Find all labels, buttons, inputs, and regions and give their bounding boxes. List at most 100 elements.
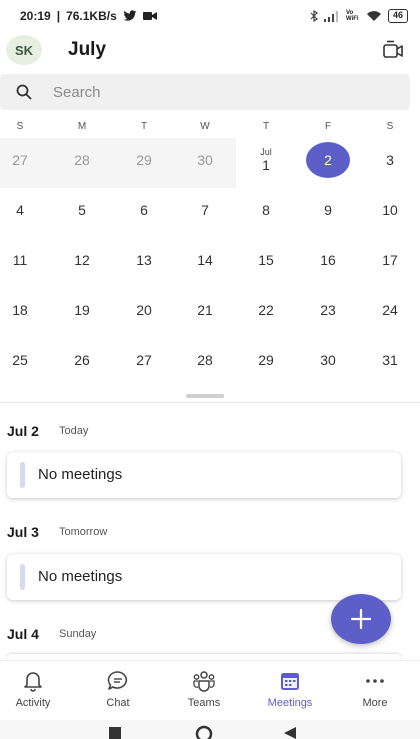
status-time: 20:19 <box>20 9 51 23</box>
nav-label: Teams <box>187 697 221 709</box>
calendar-day[interactable]: 26 <box>57 340 107 380</box>
calendar-day[interactable]: 3 <box>365 140 415 180</box>
wifi-icon <box>366 11 381 21</box>
calendar-day[interactable]: 28 <box>57 140 107 180</box>
calendar-day[interactable]: 25 <box>0 340 45 380</box>
calendar-day[interactable]: 29 <box>119 140 169 180</box>
card-text: No meetings <box>38 568 123 585</box>
day-number: 15 <box>258 252 274 268</box>
status-bar: 20:19 | 76.1KB/s Vo WiFi 46 <box>0 0 420 32</box>
agenda-date: Jul 4 <box>7 626 39 642</box>
calendar-day[interactable]: 14 <box>180 240 230 280</box>
nav-item-meetings[interactable]: Meetings <box>250 669 330 709</box>
chat-icon <box>107 671 128 690</box>
weekday-label: T <box>262 121 270 132</box>
calendar-day[interactable]: 8 <box>241 190 291 230</box>
day-number: 31 <box>382 352 398 368</box>
day-number: 23 <box>320 302 336 318</box>
day-number: 11 <box>12 252 28 268</box>
calendar-day[interactable]: 10 <box>365 190 415 230</box>
day-number: 7 <box>201 202 209 218</box>
back-icon[interactable] <box>284 727 296 739</box>
day-number: 8 <box>262 202 270 218</box>
day-number: 3 <box>386 152 394 168</box>
status-speed: 76.1KB/s <box>66 9 117 23</box>
day-number: 18 <box>12 302 28 318</box>
home-icon[interactable] <box>195 725 213 739</box>
day-number: 28 <box>74 152 90 168</box>
calendar-day[interactable]: 27 <box>119 340 169 380</box>
plus-icon <box>350 608 372 630</box>
meeting-card[interactable]: No meetings <box>7 554 401 600</box>
calendar-day[interactable]: 28 <box>180 340 230 380</box>
agenda-day-label: Today <box>59 425 89 437</box>
day-number: 5 <box>78 202 86 218</box>
day-number: 9 <box>324 202 332 218</box>
card-accent <box>20 462 25 488</box>
agenda-date: Jul 2 <box>7 423 39 439</box>
calendar-day[interactable]: 6 <box>119 190 169 230</box>
calendar-day[interactable]: 30 <box>180 140 230 180</box>
day-number: 27 <box>136 352 152 368</box>
weekday-label: F <box>324 121 332 132</box>
day-number: 21 <box>197 302 213 318</box>
agenda-day-label: Sunday <box>59 628 97 640</box>
calendar-day[interactable]: 27 <box>0 140 45 180</box>
weekday-label: S <box>386 121 394 132</box>
calendar-day[interactable]: 13 <box>119 240 169 280</box>
day-number: 25 <box>12 352 28 368</box>
calendar-day[interactable]: 17 <box>365 240 415 280</box>
calendar-day[interactable]: 12 <box>57 240 107 280</box>
calendar-expand-handle[interactable] <box>186 394 224 398</box>
calendar-day[interactable]: 5 <box>57 190 107 230</box>
new-meeting-button[interactable] <box>331 594 391 644</box>
calendar-day[interactable]: 15 <box>241 240 291 280</box>
day-number: 16 <box>320 252 336 268</box>
nav-item-more[interactable]: More <box>335 669 415 709</box>
nav-item-chat[interactable]: Chat <box>78 669 158 709</box>
calendar-day[interactable]: 16 <box>303 240 353 280</box>
weekday-label: T <box>140 121 148 132</box>
calendar-day[interactable]: 18 <box>0 290 45 330</box>
day-number: 12 <box>74 252 90 268</box>
day-number: 19 <box>74 302 90 318</box>
calendar-day[interactable]: 24 <box>365 290 415 330</box>
page-title: July <box>68 39 107 60</box>
calendar-day[interactable]: 4 <box>0 190 45 230</box>
battery-indicator: 46 <box>387 9 408 23</box>
month-label: Jul <box>260 147 272 157</box>
calendar-day[interactable]: 19 <box>57 290 107 330</box>
day-number: 14 <box>197 252 213 268</box>
search-input[interactable]: Search <box>53 84 101 101</box>
nav-item-teams[interactable]: Teams <box>164 669 244 709</box>
day-number: 6 <box>140 202 148 218</box>
calendar-day[interactable]: 20 <box>119 290 169 330</box>
avatar[interactable]: SK <box>6 35 42 65</box>
day-number: 2 <box>306 142 350 178</box>
calendar-day[interactable]: 9 <box>303 190 353 230</box>
calendar-day[interactable]: 7 <box>180 190 230 230</box>
calendar-day[interactable]: 21 <box>180 290 230 330</box>
system-nav-bar <box>0 720 420 739</box>
nav-label: Activity <box>15 697 51 709</box>
video-recorder-icon <box>142 12 157 20</box>
status-divider: | <box>56 9 61 23</box>
calendar-day[interactable]: 30 <box>303 340 353 380</box>
nav-item-activity[interactable]: Activity <box>0 669 73 709</box>
calendar-day[interactable]: 31 <box>365 340 415 380</box>
recents-icon[interactable] <box>109 727 121 739</box>
twitter-icon <box>123 10 137 21</box>
more-icon <box>366 679 384 683</box>
day-number: 24 <box>382 302 398 318</box>
calendar-day[interactable]: 22 <box>241 290 291 330</box>
calendar-day-selected[interactable]: 2 <box>303 140 353 180</box>
calendar-day[interactable]: 11 <box>0 240 45 280</box>
calendar-day[interactable]: 29 <box>241 340 291 380</box>
meet-now-icon[interactable] <box>382 40 404 62</box>
calendar-day[interactable]: Jul 1 <box>241 140 291 180</box>
meeting-card[interactable]: No meetings <box>7 452 401 498</box>
calendar-day[interactable]: 23 <box>303 290 353 330</box>
teams-icon <box>193 671 215 692</box>
signal-icon <box>323 10 338 22</box>
search-bar[interactable]: Search <box>0 74 410 110</box>
